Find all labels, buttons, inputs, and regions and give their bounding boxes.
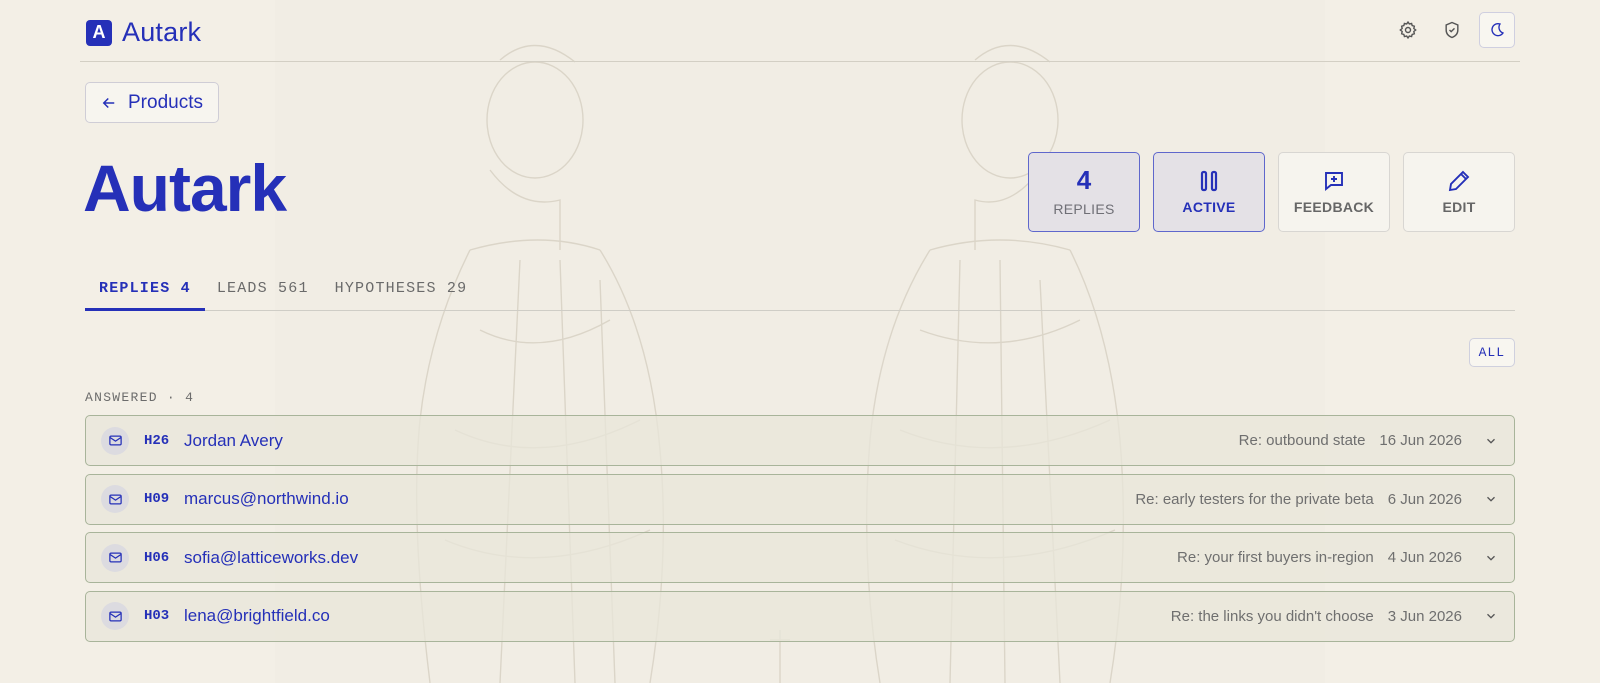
reply-contact: Jordan Avery	[184, 430, 283, 450]
chevron-down-icon[interactable]	[1484, 492, 1498, 506]
reply-date: 6 Jun 2026	[1387, 490, 1462, 508]
feedback-button[interactable]: FEEDBACK	[1278, 152, 1390, 232]
mail-icon	[101, 426, 129, 455]
chevron-down-icon[interactable]	[1484, 609, 1498, 623]
tab-leads[interactable]: LEADS 561	[203, 270, 323, 311]
reply-row[interactable]: H26 Jordan Avery Re: outbound state 16 J…	[85, 415, 1515, 466]
top-navigation-bar: A Autark	[80, 0, 1520, 62]
edit-label: EDIT	[1442, 199, 1476, 215]
reply-date: 4 Jun 2026	[1387, 549, 1462, 566]
back-button-label: Products	[128, 91, 203, 113]
mail-icon	[101, 543, 129, 572]
back-to-products-button[interactable]: Products	[85, 82, 219, 123]
tab-replies[interactable]: REPLIES 4	[85, 270, 205, 311]
section-label: ANSWERED · 4	[85, 390, 195, 405]
tab-hypotheses[interactable]: HYPOTHESES 29	[321, 270, 482, 311]
reply-row[interactable]: H03 lena@brightfield.co Re: the links yo…	[85, 590, 1515, 642]
section-tabs: REPLIES 4 LEADS 561 HYPOTHESES 29	[85, 270, 1515, 311]
security-button[interactable]	[1435, 12, 1469, 48]
reply-row[interactable]: H06 sofia@latticeworks.dev Re: your firs…	[85, 532, 1515, 583]
brand[interactable]: A Autark	[86, 17, 201, 48]
reply-contact: sofia@latticeworks.dev	[184, 547, 359, 567]
reply-subject: Re: your first buyers in-region	[1177, 549, 1374, 566]
shield-check-icon	[1445, 21, 1459, 39]
chevron-down-icon[interactable]	[1484, 551, 1498, 565]
status-label: ACTIVE	[1182, 199, 1236, 215]
edit-button[interactable]: EDIT	[1403, 152, 1515, 232]
hypothesis-id: H06	[144, 549, 170, 566]
reply-contact: marcus@northwind.io	[184, 489, 349, 508]
arrow-left-icon	[102, 97, 115, 108]
chevron-down-icon[interactable]	[1484, 434, 1498, 448]
replies-count-label: REPLIES	[1053, 201, 1115, 217]
mail-icon	[101, 485, 129, 513]
replies-count: 4	[1076, 165, 1092, 195]
reply-subject: Re: the links you didn't choose	[1170, 607, 1374, 625]
hypothesis-id: H26	[144, 432, 170, 449]
reply-subject: Re: outbound state	[1238, 432, 1366, 449]
message-plus-icon	[1325, 172, 1343, 191]
page-title: Autark	[83, 151, 287, 225]
replies-count-card[interactable]: 4 REPLIES	[1028, 152, 1140, 232]
settings-button[interactable]	[1391, 12, 1425, 48]
feedback-label: FEEDBACK	[1293, 199, 1375, 215]
replies-list: H26 Jordan Avery Re: outbound state 16 J…	[85, 415, 1515, 649]
pause-icon	[1200, 170, 1218, 192]
filter-all-button[interactable]: ALL	[1468, 338, 1515, 367]
header-actions	[1391, 12, 1515, 48]
reply-contact: lena@brightfield.co	[184, 606, 330, 625]
reply-subject: Re: early testers for the private beta	[1135, 490, 1374, 508]
stat-cards: 4 REPLIES ACTIVE FEEDBACK EDIT	[1028, 152, 1515, 232]
reply-row[interactable]: H09 marcus@northwind.io Re: early tester…	[85, 473, 1515, 525]
status-toggle-button[interactable]: ACTIVE	[1153, 152, 1265, 232]
brand-logo-icon: A	[86, 19, 112, 46]
gear-icon	[1399, 20, 1417, 40]
pencil-icon	[1448, 170, 1470, 192]
hypothesis-id: H09	[144, 491, 170, 507]
brand-name: Autark	[122, 17, 202, 47]
mail-icon	[101, 602, 129, 630]
moon-icon	[1491, 22, 1505, 37]
reply-date: 16 Jun 2026	[1379, 432, 1462, 449]
reply-date: 3 Jun 2026	[1387, 607, 1462, 625]
hypothesis-id: H03	[144, 608, 170, 624]
theme-toggle-button[interactable]	[1479, 12, 1515, 48]
